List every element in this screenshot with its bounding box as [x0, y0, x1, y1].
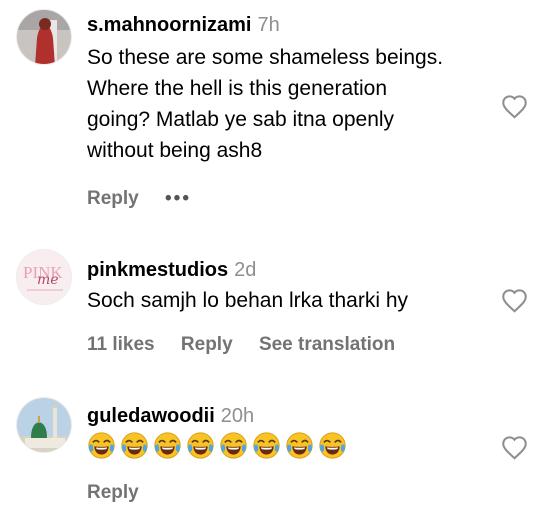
- see-translation-button[interactable]: See translation: [259, 334, 395, 355]
- comment-actions: Reply •••: [87, 187, 212, 211]
- comment-text: So these are some shameless beings. Wher…: [87, 42, 497, 166]
- emoji-row: [87, 430, 497, 461]
- comment-text: Soch samjh lo behan lrka tharki hy: [87, 285, 497, 316]
- comment-header: s.mahnoornizami 7h: [87, 13, 280, 37]
- comment-header: pinkmestudios 2d: [87, 258, 256, 282]
- like-heart-icon[interactable]: [501, 288, 528, 313]
- face-with-tears-of-joy-icon: [253, 432, 280, 459]
- profile-photo-icon: [17, 10, 71, 64]
- like-heart-icon[interactable]: [501, 435, 528, 460]
- reply-button[interactable]: Reply: [181, 334, 233, 355]
- timestamp[interactable]: 20h: [221, 405, 254, 427]
- comment-line: without being ash8: [87, 139, 263, 162]
- comment-actions: 11 likes Reply See translation: [87, 333, 416, 357]
- face-with-tears-of-joy-icon: [220, 432, 247, 459]
- comment-actions: Reply: [87, 481, 160, 505]
- logo-script: me: [37, 272, 59, 288]
- avatar[interactable]: PINK me: [16, 249, 72, 305]
- mosque-photo-icon: [17, 398, 71, 452]
- face-with-tears-of-joy-icon: [88, 432, 115, 459]
- brand-logo-icon: PINK me: [17, 250, 71, 304]
- avatar[interactable]: [16, 397, 72, 453]
- face-with-tears-of-joy-icon: [286, 432, 313, 459]
- timestamp[interactable]: 7h: [257, 14, 279, 36]
- comment-line: So these are some shameless beings.: [87, 46, 444, 69]
- timestamp[interactable]: 2d: [234, 259, 256, 281]
- comment-header: guledawoodii 20h: [87, 404, 254, 428]
- username[interactable]: s.mahnoornizami: [87, 14, 251, 36]
- username[interactable]: guledawoodii: [87, 405, 215, 427]
- like-heart-icon[interactable]: [501, 94, 528, 119]
- comment-line: Where the hell is this generation: [87, 77, 387, 100]
- more-options-icon[interactable]: •••: [165, 188, 191, 209]
- face-with-tears-of-joy-icon: [187, 432, 214, 459]
- comment-line: going? Matlab ye sab itna openly: [87, 108, 395, 131]
- face-with-tears-of-joy-icon: [121, 432, 148, 459]
- comment-line: Soch samjh lo behan lrka tharki hy: [87, 289, 408, 312]
- username[interactable]: pinkmestudios: [87, 259, 228, 281]
- reply-button[interactable]: Reply: [87, 188, 139, 209]
- face-with-tears-of-joy-icon: [154, 432, 181, 459]
- avatar[interactable]: [16, 9, 72, 65]
- face-with-tears-of-joy-icon: [319, 432, 346, 459]
- likes-count[interactable]: 11 likes: [87, 334, 155, 355]
- comment-text: [87, 430, 497, 461]
- reply-button[interactable]: Reply: [87, 482, 139, 503]
